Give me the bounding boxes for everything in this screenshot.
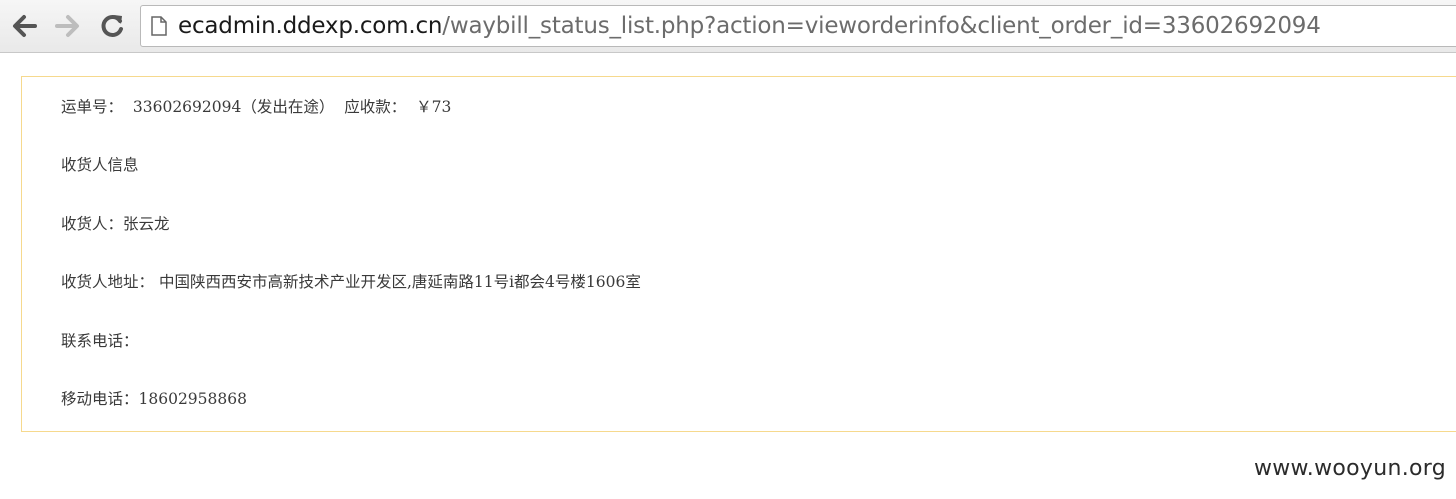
- back-arrow-icon: [13, 15, 37, 37]
- back-button[interactable]: [8, 9, 42, 43]
- receivable-label: 应收款：: [344, 98, 407, 116]
- url-path: /waybill_status_list.php?action=vieworde…: [442, 13, 1321, 39]
- consignee-section-title: 收货人信息: [61, 156, 139, 174]
- address-value: 中国陕西西安市高新技术产业开发区,唐延南路11号i都会4号楼1606室: [158, 273, 641, 291]
- receivable-value: ￥73: [416, 98, 452, 116]
- page-icon: [151, 16, 167, 36]
- waybill-label: 运单号：: [61, 98, 124, 116]
- forward-arrow-icon: [55, 15, 79, 37]
- address-bar[interactable]: ecadmin.ddexp.com.cn/waybill_status_list…: [140, 5, 1456, 47]
- reload-button[interactable]: [95, 9, 129, 43]
- browser-toolbar: ecadmin.ddexp.com.cn/waybill_status_list…: [0, 0, 1456, 53]
- consignee-name: 收货人：张云龙: [61, 215, 170, 233]
- waybill-info-box: 运单号： 33602692094（发出在途） 应收款： ￥73 收货人信息 收货…: [21, 76, 1456, 432]
- waybill-line: 运单号： 33602692094（发出在途） 应收款： ￥73: [61, 97, 451, 117]
- forward-button[interactable]: [50, 9, 84, 43]
- url-text[interactable]: ecadmin.ddexp.com.cn/waybill_status_list…: [178, 12, 1321, 40]
- consignee-address-line: 收货人地址： 中国陕西西安市高新技术产业开发区,唐延南路11号i都会4号楼160…: [61, 272, 641, 292]
- address-label: 收货人地址：: [61, 273, 155, 291]
- mobile-phone: 移动电话：18602958868: [61, 390, 247, 408]
- contact-phone: 联系电话：: [61, 332, 139, 350]
- waybill-number-status: 33602692094（发出在途）: [132, 98, 335, 116]
- url-host: ecadmin.ddexp.com.cn: [178, 13, 443, 39]
- watermark: www.wooyun.org: [1253, 456, 1446, 481]
- reload-icon: [101, 15, 123, 37]
